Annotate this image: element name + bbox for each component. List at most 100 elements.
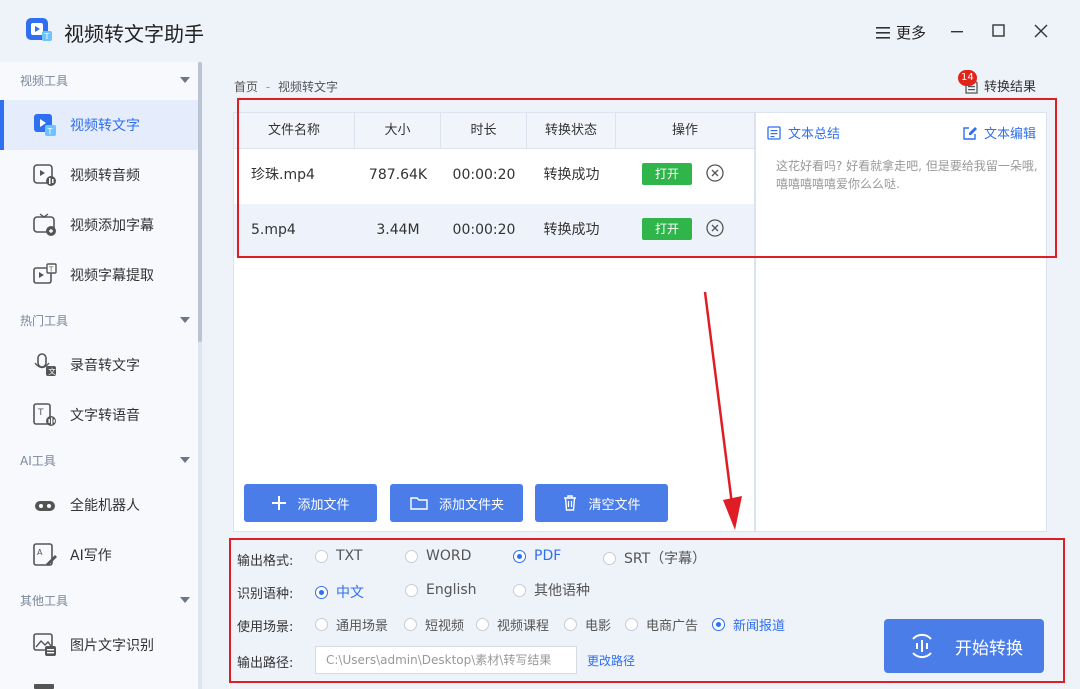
text-summary-tab[interactable]: 文本总结	[766, 123, 840, 142]
output-path-label: 输出路径:	[237, 656, 294, 671]
svg-text:T: T	[47, 127, 53, 136]
video-to-text-icon: T	[34, 114, 56, 136]
table-row[interactable]: 珍珠.mp4 787.64K 00:00:20 转换成功 打开	[234, 149, 754, 201]
radio-icon	[513, 583, 526, 597]
file-size-cell: 787.64K	[368, 167, 428, 183]
text-edit-button[interactable]: 文本编辑	[962, 123, 1036, 142]
scene-option-movie[interactable]: 电影	[564, 615, 611, 634]
radio-selected-icon	[315, 585, 328, 599]
format-option-txt[interactable]: TXT	[315, 548, 362, 564]
image-ocr-icon	[33, 633, 56, 656]
column-header-name: 文件名称	[234, 113, 355, 149]
scene-option-ecommerce[interactable]: 电商广告	[625, 615, 698, 634]
scene-label: 电影	[585, 619, 612, 634]
radio-icon	[315, 618, 328, 631]
svg-text:A: A	[37, 548, 43, 557]
format-option-word[interactable]: WORD	[405, 548, 471, 564]
robot-icon	[35, 501, 55, 511]
sidebar-item-add-subtitle[interactable]: 视频添加字幕	[0, 200, 198, 250]
radio-icon	[405, 583, 418, 597]
add-folder-label: 添加文件夹	[438, 497, 504, 513]
lang-option-other[interactable]: 其他语种	[513, 580, 590, 600]
conversion-results-button[interactable]: 14 转换结果	[958, 70, 1037, 95]
sidebar: 视频工具 T 视频转文字 视频转音频 视频添加字幕 T 视频字幕提取 热门工具 …	[0, 62, 198, 689]
lang-option-chinese[interactable]: 中文	[315, 582, 364, 602]
sidebar-item-video-to-audio[interactable]: 视频转音频	[0, 150, 198, 200]
file-list-panel: 文件名称 大小 时长 转换状态 操作 珍珠.mp4 787.64K 00:00:…	[233, 112, 755, 532]
start-button-label: 开始转换	[955, 638, 1023, 659]
results-label: 转换结果	[984, 80, 1037, 95]
sidebar-item-label: AI写作	[70, 548, 112, 564]
start-conversion-button[interactable]: 开始转换	[884, 619, 1044, 673]
sidebar-section-video-tools[interactable]: 视频工具	[0, 62, 198, 98]
radio-icon	[405, 549, 418, 563]
sidebar-item-label: 全能机器人	[70, 498, 140, 514]
sidebar-item-image-ocr[interactable]: 图片文字识别	[0, 620, 198, 670]
output-path-field[interactable]: C:\Users\admin\Desktop\素材\转写结果	[315, 646, 577, 674]
svg-text:T: T	[37, 408, 44, 418]
maximize-icon[interactable]	[988, 20, 1010, 42]
sidebar-item-video-to-text[interactable]: T 视频转文字	[0, 100, 198, 150]
caret-down-icon	[180, 597, 190, 603]
red-arrow-annotation	[703, 291, 742, 530]
sidebar-item-text-to-speech[interactable]: T 文字转语音	[0, 390, 198, 440]
lang-option-english[interactable]: English	[405, 582, 477, 598]
video-to-audio-icon	[33, 164, 56, 186]
clear-files-button[interactable]: 清空文件	[535, 484, 668, 522]
file-duration-cell: 00:00:20	[452, 222, 516, 238]
sidebar-item-recording-to-text[interactable]: 文 录音转文字	[0, 340, 198, 390]
file-status-cell: 转换成功	[543, 167, 600, 183]
section-label: 热门工具	[20, 313, 69, 328]
sidebar-item-ai-writing[interactable]: A AI写作	[0, 530, 198, 580]
plus-icon	[272, 496, 287, 510]
format-option-pdf[interactable]: PDF	[513, 548, 561, 564]
open-button[interactable]: 打开	[642, 218, 692, 240]
scene-option-news[interactable]: 新闻报道	[712, 615, 785, 634]
lang-label: English	[426, 582, 477, 598]
breadcrumb: 首页 - 视频转文字	[234, 78, 338, 95]
sidebar-section-ai-tools[interactable]: AI工具	[0, 442, 198, 478]
caret-down-icon	[180, 77, 190, 83]
radio-icon	[476, 618, 489, 631]
add-file-button[interactable]: 添加文件	[244, 484, 377, 522]
svg-text:T: T	[48, 266, 54, 274]
minimize-icon[interactable]	[946, 20, 968, 42]
column-header-duration: 时长	[441, 113, 527, 149]
radio-icon	[603, 551, 616, 565]
format-option-srt[interactable]: SRT（字幕）	[603, 548, 706, 568]
table-header: 文件名称 大小 时长 转换状态 操作	[234, 113, 754, 149]
title-bar: T 视频转文字助手 更多	[0, 0, 1080, 62]
scrollbar-thumb[interactable]	[198, 62, 202, 342]
breadcrumb-home[interactable]: 首页	[234, 80, 258, 94]
add-folder-button[interactable]: 添加文件夹	[390, 484, 523, 522]
edit-icon	[963, 126, 977, 140]
scene-option-course[interactable]: 视频课程	[476, 615, 549, 634]
summary-text: 这花好看吗? 好看就拿走吧, 但是要给我留一朵哦, 嘻嘻嘻嘻嘻爱你么么哒.	[776, 159, 1038, 191]
delete-circle-icon[interactable]	[705, 163, 725, 183]
close-icon[interactable]	[1030, 20, 1052, 42]
section-label: 视频工具	[20, 73, 69, 88]
delete-circle-icon[interactable]	[705, 218, 725, 238]
format-label: PDF	[534, 548, 562, 564]
recognition-language-label: 识别语种:	[237, 587, 294, 602]
sidebar-section-hot-tools[interactable]: 热门工具	[0, 302, 198, 338]
more-menu-button[interactable]: 更多	[876, 22, 926, 43]
sidebar-item-robot[interactable]: 全能机器人	[0, 480, 198, 530]
scene-option-short-video[interactable]: 短视频	[404, 615, 464, 634]
scene-label: 通用场景	[336, 619, 389, 634]
column-header-size: 大小	[355, 113, 441, 149]
format-label: WORD	[426, 548, 472, 564]
scene-option-general[interactable]: 通用场景	[315, 615, 388, 634]
sidebar-scrollbar[interactable]	[198, 62, 202, 689]
change-path-link[interactable]: 更改路径	[587, 652, 635, 669]
sidebar-item-extract-subtitle[interactable]: T 视频字幕提取	[0, 250, 198, 300]
file-name-cell: 珍珠.mp4	[251, 167, 315, 183]
sidebar-section-other-tools[interactable]: 其他工具	[0, 582, 198, 618]
sidebar-item-label: 图片文字识别	[70, 638, 154, 654]
ai-writing-icon: A	[33, 543, 57, 566]
text-summary-panel: 文本总结 文本编辑 这花好看吗? 好看就拿走吧, 但是要给我留一朵哦, 嘻嘻嘻嘻…	[755, 112, 1047, 532]
table-row[interactable]: 5.mp4 3.44M 00:00:20 转换成功 打开	[234, 204, 754, 256]
radio-selected-icon	[712, 618, 725, 631]
open-button[interactable]: 打开	[642, 163, 692, 185]
sidebar-item-label: 视频转文字	[70, 118, 140, 134]
